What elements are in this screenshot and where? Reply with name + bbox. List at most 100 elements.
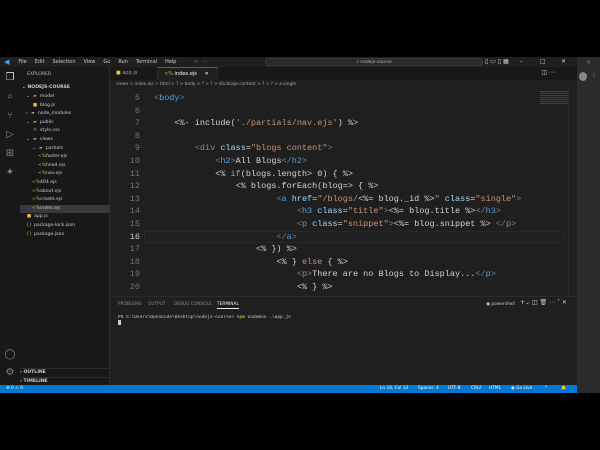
layout-toggle-icons[interactable]: ▯ ▭ ▯ ▦ [485, 57, 509, 67]
code-line[interactable]: <a href="/blogs/<%= blog._id %>" class="… [154, 194, 521, 204]
code-line[interactable]: <body> [154, 93, 185, 103]
explorer-icon[interactable]: ❐ [4, 72, 16, 84]
tree-item[interactable]: › ▰ node_modules [20, 110, 110, 119]
tree-item[interactable]: ⌄ ▰ partials [20, 145, 110, 154]
code-line[interactable]: </a> [154, 232, 296, 242]
code-token: There are no Blogs to Display... [312, 269, 476, 280]
go-live-button[interactable]: ◉ Go Live [511, 385, 532, 393]
command-center-search[interactable]: ⌕ nodejs-course [265, 58, 483, 66]
outline-section[interactable]: › OUTLINE [20, 368, 110, 377]
tree-item[interactable]: <%head.ejs [20, 162, 110, 171]
notifications-icon[interactable]: 🔔 [561, 385, 566, 393]
menu-file[interactable]: File [14, 59, 30, 65]
tree-item[interactable]: ⌄ ▰ public [20, 119, 110, 128]
terminal-output[interactable]: PS C:\Users\OpenCode\Desktop\nodejs-cour… [118, 315, 291, 325]
tree-item[interactable]: {} package.json [20, 231, 110, 240]
tree-item[interactable]: <%footer.ejs [20, 153, 110, 162]
tree-item[interactable]: <%404.ejs [20, 179, 110, 188]
menu-view[interactable]: View [80, 59, 100, 65]
code-token: h3 [301, 206, 313, 217]
tab-app-js[interactable]: ■ app.js [110, 67, 158, 80]
cursor-position[interactable]: Ln 16, Col 33 [380, 385, 408, 393]
tree-item[interactable]: <%about.ejs [20, 188, 110, 197]
tree-item[interactable]: <%nav.ejs [20, 170, 110, 179]
run-debug-icon[interactable]: ▷ [4, 129, 16, 141]
language-mode[interactable]: HTML [489, 385, 501, 393]
editor-scrollbar[interactable] [568, 90, 577, 296]
minimize-button[interactable]: – [520, 57, 523, 67]
code-token: > [301, 156, 308, 166]
background-close-icon[interactable]: ✕ [586, 59, 591, 66]
line-number: 17 [129, 244, 140, 255]
breadcrumb[interactable]: views > index.ejs > html > ? > body > ? … [110, 80, 577, 90]
tab-output[interactable]: OUTPUT [148, 302, 166, 307]
line-number: 18 [129, 256, 140, 267]
terminal-shell-selector[interactable]: ▣ powershell [486, 302, 515, 307]
accounts-icon[interactable]: ᴿ [545, 385, 547, 393]
tree-item[interactable]: <%create.ejs [20, 196, 110, 205]
tab-debug-console[interactable]: DEBUG CONSOLE [174, 302, 212, 307]
tree-item[interactable]: <%index.ejs [20, 204, 110, 214]
menu-run[interactable]: Run [114, 59, 132, 65]
code-line[interactable]: <% } %> [154, 282, 333, 292]
tree-item[interactable]: ■ blog.js [20, 102, 110, 111]
menu-go[interactable]: Go [99, 59, 114, 65]
menu-selection[interactable]: Selection [48, 59, 79, 65]
code-line[interactable]: <h2>All Blogs</h2> [154, 156, 307, 166]
terminal-actions[interactable]: +⌄ ◫ 🗑 ⋯ ˄ ✕ [520, 299, 567, 306]
code-token: class [307, 219, 338, 229]
tree-item[interactable]: ■ app.js [20, 213, 110, 222]
tree-item[interactable]: {} package-lock.json [20, 222, 110, 231]
code-token: class [215, 143, 246, 154]
menu-edit[interactable]: Edit [31, 59, 49, 65]
gear-icon[interactable]: ⚙ [4, 367, 16, 379]
encoding[interactable]: UTF-8 [448, 385, 461, 393]
minimap[interactable] [540, 90, 568, 104]
close-tab-icon[interactable]: ✕ [204, 71, 208, 77]
code-line[interactable]: <div class="blogs content"> [154, 143, 333, 153]
project-folder[interactable]: ⌄ NODEJS-COURSE [22, 84, 112, 93]
close-button[interactable]: ✕ [561, 57, 566, 67]
code-line[interactable]: <% } else { %> [154, 256, 348, 267]
code-line[interactable]: <% blogs.forEach(blog=> { %> [154, 181, 379, 191]
problems-status[interactable]: ⊗ 0 ⚠ 0 [6, 385, 23, 393]
editor-tabs: ■ app.js <% index.ejs ✕ ◫ ⋯ [110, 67, 577, 80]
tree-item-label: node_modules [37, 111, 72, 117]
code-token: <%- include( [174, 118, 236, 129]
tree-item[interactable]: # style.css [20, 127, 110, 136]
code-line[interactable]: <% if(blogs.length> 0) { %> [154, 169, 353, 179]
avatar [579, 72, 587, 81]
source-control-icon[interactable]: ⑂ [4, 110, 16, 122]
code-token: { %> [322, 256, 348, 267]
split-editor-icon[interactable]: ◫ ⋯ [541, 69, 555, 76]
remote-icon[interactable]: ✦ [4, 167, 16, 179]
code-line[interactable]: <% }) %> [154, 244, 297, 254]
folder-file-icon: ▰ [39, 145, 43, 151]
extensions-icon[interactable]: ⊞ [4, 148, 16, 160]
ejs-file-icon: <% [164, 71, 173, 77]
menu-terminal[interactable]: Terminal [132, 59, 161, 65]
search-icon[interactable]: ⌕ [4, 91, 16, 103]
tree-item[interactable]: ⌄ ▰ views [20, 136, 110, 145]
code-editor[interactable]: 5 <body> 6 7 <%- include('./partials/nav.ej… [110, 90, 577, 296]
tab-terminal[interactable]: TERMINAL [217, 302, 239, 309]
forward-icon[interactable]: → [203, 59, 207, 65]
line-ending[interactable]: CRLF [471, 385, 482, 393]
code-token: class [312, 206, 343, 217]
tree-item-label: app.js [34, 214, 48, 220]
tree-item[interactable]: ⌄ ▰ model [20, 93, 110, 102]
back-icon[interactable]: ← [194, 59, 198, 65]
more-icon[interactable]: ⋮ [591, 72, 597, 79]
indentation[interactable]: Spaces: 4 [418, 385, 439, 393]
code-line[interactable]: <%- include('./partials/nav.ejs') %> [154, 118, 358, 128]
tab-index-ejs[interactable]: <% index.ejs ✕ [158, 67, 218, 80]
code-line[interactable]: <p>There are no Blogs to Display...</p> [154, 269, 496, 279]
code-line[interactable]: <h3 class="title"><%= blog.title %></h3> [154, 206, 501, 216]
code-line[interactable]: <p class="snippet"><%= blog.snippet %> <… [154, 219, 516, 229]
tab-problems[interactable]: PROBLEMS [118, 302, 141, 307]
account-icon[interactable]: ◯ [4, 349, 16, 361]
line-number: 6 [134, 105, 140, 116]
ejs-file-icon: <% [32, 197, 41, 203]
maximize-button[interactable]: □ [540, 57, 546, 67]
menu-help[interactable]: Help [161, 59, 180, 65]
